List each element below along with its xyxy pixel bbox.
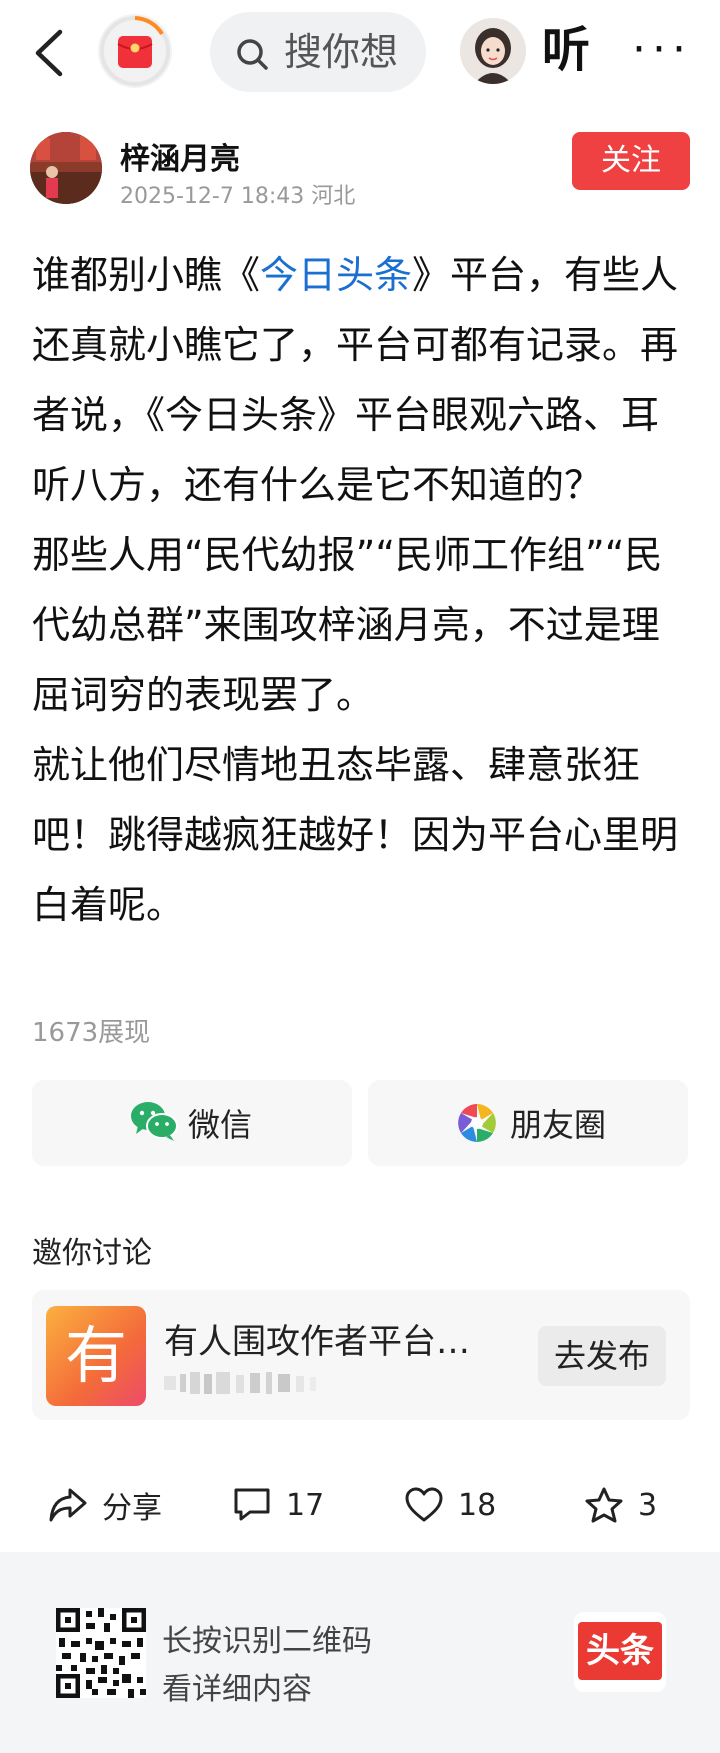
like-count: 18 <box>458 1487 497 1523</box>
post-content: 谁都别小瞧《今日头条》平台，有些人还真就小瞧它了，平台可都有记录。再者说，《今日… <box>32 240 692 940</box>
qr-code-icon[interactable] <box>56 1608 146 1698</box>
more-icon[interactable]: ··· <box>632 22 692 78</box>
qr-footer: 长按识别二维码 看详细内容 头条 <box>0 1552 720 1753</box>
favorite-count: 3 <box>638 1487 658 1523</box>
red-packet-icon[interactable] <box>98 14 172 88</box>
share-label: 分享 <box>102 1491 162 1526</box>
share-action[interactable]: 分享 <box>48 1480 162 1530</box>
topic-card[interactable]: 有 有人围攻作者平台… 去发布 <box>32 1290 690 1420</box>
search-placeholder: 搜你想 <box>284 30 399 74</box>
post-paragraph-1: 谁都别小瞧《今日头条》平台，有些人还真就小瞧它了，平台可都有记录。再者说，《今日… <box>32 240 692 520</box>
post-paragraph-3: 就让他们尽情地丑态毕露、肆意张狂吧！跳得越疯狂越好！因为平台心里明白着呢。 <box>32 743 679 927</box>
qr-hint-line2: 看详细内容 <box>162 1672 312 1707</box>
participant-avatars <box>164 1372 316 1394</box>
listen-avatar-icon[interactable] <box>460 18 526 84</box>
like-action[interactable]: 18 <box>404 1480 496 1530</box>
invite-title: 邀你讨论 <box>32 1236 152 1271</box>
heart-icon <box>405 1487 443 1522</box>
share-wechat-button[interactable]: 微信 <box>32 1080 352 1166</box>
share-moments-button[interactable]: 朋友圈 <box>368 1080 688 1166</box>
star-icon <box>585 1487 623 1523</box>
listen-button[interactable]: 听 <box>542 20 590 80</box>
share-moments-label: 朋友圈 <box>510 1106 607 1144</box>
comment-count: 17 <box>286 1487 325 1523</box>
qr-hint-line1: 长按识别二维码 <box>162 1624 372 1659</box>
wechat-icon <box>131 1102 178 1141</box>
author-name[interactable]: 梓涵月亮 <box>120 134 240 178</box>
post-text: 谁都别小瞧《 <box>32 253 261 297</box>
toutiao-link[interactable]: 今日头条 <box>260 253 412 297</box>
author-avatar[interactable] <box>30 132 102 204</box>
toutiao-logo: 头条 <box>574 1612 666 1692</box>
share-icon <box>49 1488 87 1522</box>
top-bar: 搜你想 听 ··· <box>0 0 720 108</box>
comment-action[interactable]: 17 <box>232 1480 324 1530</box>
favorite-action[interactable]: 3 <box>584 1480 657 1530</box>
share-wechat-label: 微信 <box>188 1106 253 1144</box>
toutiao-logo-text: 头条 <box>578 1622 662 1680</box>
search-icon <box>237 39 268 70</box>
follow-button[interactable]: 关注 <box>572 132 690 190</box>
comment-icon <box>234 1488 270 1521</box>
publish-button[interactable]: 去发布 <box>538 1326 666 1386</box>
topic-badge: 有 <box>46 1306 146 1406</box>
moments-icon <box>458 1104 496 1142</box>
search-box[interactable]: 搜你想 <box>210 12 426 92</box>
back-arrow-icon[interactable] <box>30 28 70 78</box>
topic-title[interactable]: 有人围攻作者平台… <box>164 1314 494 1363</box>
post-paragraph-2: 那些人用“民代幼报”“民师工作组”“民代幼总群”来围攻梓涵月亮，不过是理屈词穷的… <box>32 533 663 717</box>
view-count: 1673展现 <box>32 1018 151 1048</box>
post-meta: 2025-12-7 18:43 河北 <box>120 184 356 209</box>
